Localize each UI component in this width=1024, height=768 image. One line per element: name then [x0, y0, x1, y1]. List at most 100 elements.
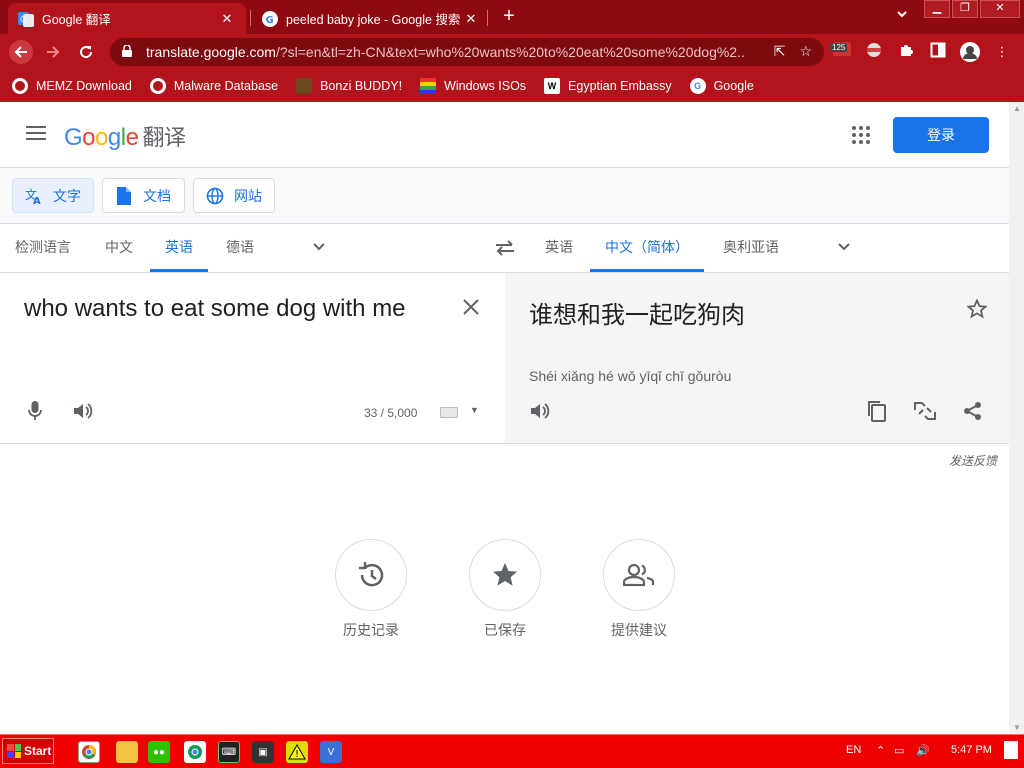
window-controls: ▁ ❐ ✕ [922, 0, 1020, 18]
mode-document-button[interactable]: 文档 [102, 178, 185, 213]
source-lang-german[interactable]: 德语 [211, 224, 269, 272]
clear-source-icon[interactable] [462, 297, 480, 321]
save-translation-star-icon[interactable] [965, 297, 989, 321]
google-translate-logo[interactable]: Google 翻译 [64, 120, 186, 152]
keyboard-icon[interactable] [440, 407, 458, 418]
tab-google-translate[interactable]: G Google 翻译 ✕ [8, 3, 246, 34]
bookmark-item[interactable]: Malware Database [149, 78, 278, 94]
rate-translation-icon[interactable] [913, 399, 937, 423]
wix-icon: W [544, 78, 561, 94]
close-window-button[interactable]: ✕ [980, 0, 1020, 18]
google-icon: G [689, 78, 706, 94]
saved-label: 已保存 [484, 622, 526, 638]
vscode-taskbar-icon[interactable]: V [320, 741, 342, 763]
address-bar[interactable]: translate.google.com/?sl=en&tl=zh-CN&tex… [110, 38, 824, 66]
history-action[interactable]: 历史记录 [335, 539, 407, 640]
swap-languages-icon[interactable] [494, 238, 516, 258]
browser-tab-strip: G Google 翻译 ✕ G peeled baby joke - Googl… [0, 0, 1024, 34]
url-text: translate.google.com/?sl=en&tl=zh-CN&tex… [146, 44, 746, 60]
contribute-action[interactable]: 提供建议 [603, 539, 675, 640]
show-desktop-button[interactable] [1004, 741, 1018, 759]
saved-action[interactable]: 已保存 [469, 539, 541, 640]
people-icon[interactable] [603, 539, 675, 611]
back-button[interactable] [9, 40, 33, 64]
bookmark-item[interactable]: MEMZ Download [12, 78, 132, 94]
star-icon[interactable] [469, 539, 541, 611]
wechat-taskbar-icon[interactable]: ●● [148, 741, 170, 763]
chrome-taskbar-icon[interactable] [78, 741, 100, 763]
document-icon [115, 186, 133, 205]
language-indicator[interactable]: EN [846, 744, 861, 756]
side-panel-icon[interactable] [928, 42, 948, 62]
display-taskbar-icon[interactable]: ▣ [252, 741, 274, 763]
volume-icon[interactable]: 🔊 [916, 744, 930, 757]
google-apps-icon[interactable] [852, 126, 870, 144]
network-icon[interactable]: ▭ [894, 744, 904, 757]
chrome-menu-icon[interactable]: ⋮ [992, 42, 1012, 62]
svg-text:G: G [266, 15, 274, 26]
close-tab-icon[interactable]: ✕ [462, 11, 480, 27]
browser-toolbar: translate.google.com/?sl=en&tl=zh-CN&tex… [0, 34, 1024, 70]
page-scrollbar[interactable]: ▲ ▼ [1009, 102, 1024, 734]
scroll-up-arrow-icon[interactable]: ▲ [1013, 104, 1021, 113]
extensions-puzzle-icon[interactable] [896, 42, 916, 62]
source-pane: who wants to eat some dog with me 33 / 5… [0, 273, 505, 444]
product-name: 翻译 [142, 125, 186, 150]
login-button[interactable]: 登录 [893, 117, 989, 153]
lock-icon[interactable] [122, 43, 138, 60]
target-lang-odia[interactable]: 奥利亚语 [708, 224, 794, 272]
source-lang-chinese[interactable]: 中文 [90, 224, 148, 272]
os-taskbar: Start ●● ⌨ ▣ ! V EN ⌃ ▭ 🔊 5:47 PM [0, 734, 1024, 768]
mode-website-button[interactable]: 网站 [193, 178, 275, 213]
scroll-down-arrow-icon[interactable]: ▼ [1013, 723, 1021, 732]
source-lang-detect[interactable]: 检测语言 [0, 224, 86, 272]
target-lang-more-chevron-icon[interactable] [836, 238, 852, 254]
bookmark-item[interactable]: Bonzi BUDDY! [296, 78, 402, 94]
tray-expand-icon[interactable]: ⌃ [876, 744, 885, 757]
extension-circle-icon[interactable] [864, 42, 884, 62]
share-icon[interactable] [961, 399, 985, 423]
bookmark-item[interactable]: W Egyptian Embassy [544, 78, 672, 94]
share-icon[interactable]: ⇱ [774, 43, 786, 60]
terminal-taskbar-icon[interactable]: ⌨ [218, 741, 240, 763]
chrome-app-taskbar-icon[interactable] [184, 741, 206, 763]
history-icon[interactable] [335, 539, 407, 611]
mode-text-button[interactable]: 文A 文字 [12, 178, 94, 213]
folder-taskbar-icon[interactable] [116, 741, 138, 763]
start-button[interactable]: Start [2, 738, 54, 764]
translated-text: 谁想和我一起吃狗肉 [529, 302, 745, 329]
tab-search-chevron-icon[interactable] [896, 8, 908, 23]
restore-button[interactable]: ❐ [952, 0, 978, 18]
svg-text:A: A [33, 196, 41, 205]
source-lang-more-chevron-icon[interactable] [311, 238, 327, 254]
speaker-source-icon[interactable] [71, 399, 95, 423]
reload-button[interactable] [73, 40, 99, 64]
warning-taskbar-icon[interactable]: ! [286, 741, 308, 763]
globe-icon [12, 78, 28, 94]
copy-icon[interactable] [865, 399, 889, 423]
new-tab-button[interactable]: + [498, 6, 520, 28]
send-feedback-link[interactable]: 发送反馈 [949, 452, 997, 469]
target-lang-english[interactable]: 英语 [530, 224, 588, 272]
tab-google-search[interactable]: G peeled baby joke - Google 搜索 ✕ [252, 3, 490, 34]
windows-icon [420, 78, 437, 94]
close-tab-icon[interactable]: ✕ [218, 11, 236, 27]
profile-avatar[interactable] [960, 42, 980, 62]
character-count: 33 / 5,000 [364, 406, 418, 420]
source-lang-english[interactable]: 英语 [150, 224, 208, 272]
main-menu-icon[interactable] [26, 126, 46, 144]
microphone-icon[interactable] [23, 399, 47, 423]
target-lang-chinese-simplified[interactable]: 中文（简体） [590, 224, 704, 272]
minimize-button[interactable]: ▁ [924, 0, 950, 18]
bookmark-item[interactable]: G Google [689, 78, 754, 94]
tab-separator [250, 10, 251, 26]
translation-mode-bar: 文A 文字 文档 网站 [0, 168, 1009, 224]
history-label: 历史记录 [343, 622, 399, 638]
speaker-target-icon[interactable] [528, 399, 552, 423]
bookmark-star-icon[interactable]: ☆ [799, 43, 812, 60]
keyboard-dropdown-icon[interactable]: ▼ [470, 405, 479, 415]
source-text-input[interactable]: who wants to eat some dog with me [24, 295, 406, 323]
forward-button[interactable] [40, 40, 66, 64]
clock[interactable]: 5:47 PM [951, 744, 992, 756]
bookmark-item[interactable]: Windows ISOs [420, 78, 526, 94]
